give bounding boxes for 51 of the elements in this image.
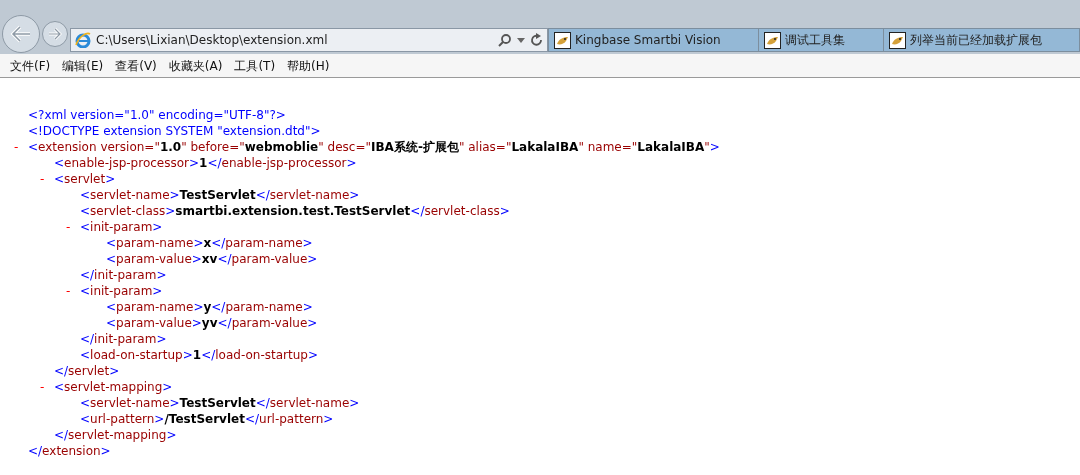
address-text: C:\Users\Lixian\Desktop\extension.xml — [96, 32, 329, 49]
xml-line: <servlet> — [54, 171, 116, 187]
xml-line: <enable-jsp-processor>1</enable-jsp-processor> — [54, 155, 357, 171]
menu-item[interactable]: 工具(T) — [228, 56, 282, 75]
xml-line: <init-param> — [80, 283, 163, 299]
xml-line: <?xml version="1.0" encoding="UTF-8"?> — [28, 107, 286, 123]
menu-item[interactable]: 文件(F) — [4, 56, 57, 75]
menu-item[interactable]: 查看(V) — [109, 56, 163, 75]
forward-arrow-icon — [48, 28, 62, 40]
page-icon — [554, 31, 571, 49]
xml-line: </init-param> — [80, 267, 167, 283]
back-button[interactable] — [2, 15, 40, 53]
xml-line: <servlet-name>TestServlet</servlet-name> — [80, 395, 360, 411]
browser-tab[interactable]: 列举当前已经加载扩展包 — [882, 28, 1080, 52]
xml-line: <param-value>yv</param-value> — [106, 315, 318, 331]
collapse-toggle[interactable]: - — [40, 379, 54, 395]
xml-line: </servlet-mapping> — [54, 427, 177, 443]
refresh-icon[interactable] — [530, 33, 543, 47]
search-icon[interactable] — [498, 33, 512, 47]
xml-line: <param-name>x</param-name> — [106, 235, 313, 251]
menu-item[interactable]: 收藏夹(A) — [162, 56, 229, 75]
xml-line: <url-pattern>/TestServlet</url-pattern> — [80, 411, 334, 427]
collapse-toggle[interactable]: - — [66, 219, 80, 235]
collapse-toggle[interactable]: - — [40, 171, 54, 187]
browser-logo-icon — [75, 32, 91, 48]
menu-item[interactable]: 帮助(H) — [281, 56, 336, 75]
tab-label: 调试工具集 — [785, 32, 846, 49]
xml-line: <servlet-mapping> — [54, 379, 173, 395]
xml-line: <load-on-startup>1</load-on-startup> — [80, 347, 318, 363]
page-icon — [764, 31, 782, 49]
xml-line: <servlet-name>TestServlet</servlet-name> — [80, 187, 360, 203]
browser-tab[interactable]: Kingbase Smartbi Vision — [548, 28, 760, 52]
browser-tab[interactable]: 调试工具集 — [758, 28, 884, 52]
back-arrow-icon — [10, 25, 32, 43]
xml-line: <param-value>xv</param-value> — [106, 251, 318, 267]
address-bar[interactable]: C:\Users\Lixian\Desktop\extension.xml — [70, 28, 548, 52]
page-icon — [888, 31, 906, 49]
xml-line: </servlet> — [54, 363, 120, 379]
tab-label: 列举当前已经加载扩展包 — [909, 32, 1042, 49]
xml-line: </extension> — [28, 443, 111, 459]
xml-line: <init-param> — [80, 219, 163, 235]
tab-label: Kingbase Smartbi Vision — [575, 32, 721, 49]
xml-line: <extension version="1.0" before="webmoblie" desc="IBA系统-扩展包" alias="LakalaIBA" name="LakalaIBA"> — [28, 139, 720, 155]
xml-line: <param-name>y</param-name> — [106, 299, 313, 315]
menu-item[interactable]: 编辑(E) — [56, 56, 110, 75]
xml-line: </init-param> — [80, 331, 167, 347]
xml-line: <!DOCTYPE extension SYSTEM "extension.dtd"> — [28, 123, 321, 139]
collapse-toggle[interactable]: - — [66, 283, 80, 299]
caret-icon[interactable] — [517, 37, 525, 43]
collapse-toggle[interactable]: - — [14, 139, 28, 155]
xml-line: <servlet-class>smartbi.extension.test.TestServlet</servlet-class> — [80, 203, 510, 219]
